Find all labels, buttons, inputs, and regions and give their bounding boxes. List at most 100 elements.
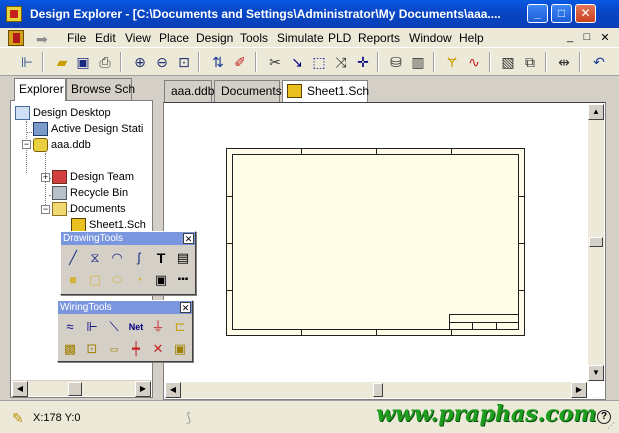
explorer-hscrollbar[interactable]: ◀ ▶: [12, 380, 151, 397]
select-area-icon[interactable]: ⬚: [309, 52, 329, 72]
port-tool-icon[interactable]: ▭: [104, 339, 124, 359]
protel-logo-icon[interactable]: [8, 30, 24, 46]
wiring-tools-title[interactable]: WiringTools ✕: [58, 301, 192, 314]
pie-tool-icon[interactable]: ◔: [129, 270, 149, 290]
tree-expander-design-team[interactable]: +: [41, 173, 50, 182]
drawing-tools-icon[interactable]: ∿: [464, 52, 484, 72]
zoom-out-icon[interactable]: ⊖: [152, 52, 172, 72]
menu-view[interactable]: View: [125, 31, 151, 45]
mdi-close-button[interactable]: ✕: [598, 31, 612, 44]
wiring-tools-icon[interactable]: Ɏ: [442, 52, 462, 72]
menu-pld[interactable]: PLD: [328, 31, 351, 45]
drawing-tools-palette[interactable]: DrawingTools ✕ ╱ ⧖ ◠ ʃ T ▤ ■ ▢ ⬭ ◔ ▣ ▪▪▪: [60, 231, 196, 295]
junction-tool-icon[interactable]: ┿: [126, 339, 146, 359]
tree-item-aaa-ddb[interactable]: aaa.ddb: [33, 137, 91, 153]
scroll-left-icon[interactable]: ◀: [165, 382, 181, 398]
power-port-tool-icon[interactable]: ⏚: [148, 317, 168, 337]
move-icon[interactable]: ✛: [353, 52, 373, 72]
menu-help[interactable]: Help: [459, 31, 484, 45]
canvas-hscrollbar[interactable]: ◀ ▶: [165, 382, 587, 398]
tree-expander-aaa-ddb[interactable]: −: [22, 140, 31, 149]
arc-tool-icon[interactable]: ◠: [107, 248, 127, 268]
sheet-symbol-tool-icon[interactable]: ▩: [60, 339, 80, 359]
text-tool-icon[interactable]: T: [151, 248, 171, 268]
paste-icon[interactable]: ↘: [287, 52, 307, 72]
tree-item-recycle-bin[interactable]: Recycle Bin: [52, 185, 128, 201]
scroll-down-icon[interactable]: ▼: [588, 365, 604, 381]
cut-icon[interactable]: ✂: [265, 52, 285, 72]
mdi-restore-button[interactable]: □: [580, 31, 594, 43]
part-edit-icon[interactable]: ⧉: [520, 52, 540, 72]
deselect-icon[interactable]: ⤨: [331, 52, 351, 72]
resize-grip-icon[interactable]: ⋰: [607, 421, 617, 431]
doc-tab-documents[interactable]: Documents: [214, 80, 282, 102]
doc-tab-sheet1-sch[interactable]: Sheet1.Sch: [282, 80, 369, 102]
ellipse-tool-icon[interactable]: ⬭: [107, 270, 127, 290]
maximize-button[interactable]: □: [551, 4, 572, 23]
tree-expander-documents[interactable]: −: [41, 205, 50, 214]
scroll-right-icon[interactable]: ▶: [571, 382, 587, 398]
canvas-vscrollbar[interactable]: ▲ ▼: [588, 104, 604, 381]
bus-tool-icon[interactable]: ⊩: [82, 317, 102, 337]
hierarchy-updown-icon[interactable]: ⇅: [208, 52, 228, 72]
line-tool-icon[interactable]: ╱: [63, 248, 83, 268]
scroll-right-icon[interactable]: ▶: [135, 381, 151, 397]
save-icon[interactable]: ▣: [73, 52, 93, 72]
sheet-entry-tool-icon[interactable]: ⊡: [82, 339, 102, 359]
close-icon[interactable]: ✕: [180, 302, 191, 313]
close-button[interactable]: ✕: [575, 4, 596, 23]
close-icon[interactable]: ✕: [183, 233, 194, 244]
drawing-tools-title[interactable]: DrawingTools ✕: [61, 232, 195, 245]
menu-edit[interactable]: Edit: [95, 31, 116, 45]
menu-design[interactable]: Design: [196, 31, 233, 45]
rounded-rect-tool-icon[interactable]: ▢: [85, 270, 105, 290]
zoom-in-icon[interactable]: ⊕: [130, 52, 150, 72]
scroll-thumb[interactable]: [68, 382, 82, 396]
text-frame-tool-icon[interactable]: ▤: [173, 248, 193, 268]
schematic-canvas[interactable]: ▲ ▼ ◀ ▶: [163, 102, 606, 400]
menu-window[interactable]: Window: [409, 31, 452, 45]
tree-item-documents[interactable]: Documents: [52, 201, 126, 217]
bookmark-icon[interactable]: ▧: [498, 52, 518, 72]
no-erc-tool-icon[interactable]: ✕: [148, 339, 168, 359]
back-arrow-icon[interactable]: ➡: [36, 31, 48, 48]
title-bar[interactable]: Design Explorer - [C:\Documents and Sett…: [0, 0, 619, 28]
zoom-fit-icon[interactable]: ⊡: [174, 52, 194, 72]
pcb-layout-tool-icon[interactable]: ▣: [170, 339, 190, 359]
array-tool-icon[interactable]: ▪▪▪: [173, 270, 193, 290]
scroll-thumb[interactable]: [373, 383, 383, 397]
mdi-minimize-button[interactable]: _: [563, 31, 577, 43]
schematic-sheet[interactable]: [226, 148, 525, 336]
scroll-thumb[interactable]: [589, 237, 603, 247]
tab-explorer[interactable]: Explorer: [14, 78, 66, 101]
rectangle-tool-icon[interactable]: ■: [63, 270, 83, 290]
scroll-left-icon[interactable]: ◀: [12, 381, 28, 397]
bus-entry-tool-icon[interactable]: ⟍: [104, 317, 124, 337]
print-icon[interactable]: ⎙: [95, 52, 115, 72]
tree-item-design-desktop[interactable]: Design Desktop: [15, 105, 111, 121]
menu-file[interactable]: File: [67, 31, 86, 45]
undo-icon[interactable]: ↶: [589, 52, 609, 72]
menu-simulate[interactable]: Simulate: [277, 31, 324, 45]
menu-reports[interactable]: Reports: [358, 31, 400, 45]
menu-place[interactable]: Place: [159, 31, 189, 45]
scroll-up-icon[interactable]: ▲: [588, 104, 604, 120]
tree-item-design-team[interactable]: Design Team: [52, 169, 134, 185]
tree-item-active-design-station[interactable]: Active Design Stati: [33, 121, 143, 137]
wiring-tools-palette[interactable]: WiringTools ✕ ≈ ⊩ ⟍ Net ⏚ ⊏ ▩ ⊡ ▭ ┿ ✕ ▣: [57, 300, 193, 362]
tab-browse-sch[interactable]: Browse Sch: [66, 78, 135, 100]
open-folder-icon[interactable]: ▰: [52, 52, 72, 72]
polygon-tool-icon[interactable]: ⧖: [85, 248, 105, 268]
component-icon[interactable]: ▥: [408, 52, 428, 72]
library-browse-icon[interactable]: ⛁: [386, 52, 406, 72]
doc-tab-aaa-ddb[interactable]: aaa.ddb: [164, 80, 214, 102]
design-manager-icon[interactable]: ⊩: [17, 52, 37, 72]
net-label-tool-icon[interactable]: Net: [126, 317, 146, 337]
bezier-tool-icon[interactable]: ʃ: [129, 248, 149, 268]
graphic-tool-icon[interactable]: ▣: [151, 270, 171, 290]
menu-tools[interactable]: Tools: [240, 31, 268, 45]
netlist-icon[interactable]: ⇹: [554, 52, 574, 72]
cross-probe-icon[interactable]: ✐: [230, 52, 250, 72]
part-tool-icon[interactable]: ⊏: [170, 317, 190, 337]
minimize-button[interactable]: _: [527, 4, 548, 23]
